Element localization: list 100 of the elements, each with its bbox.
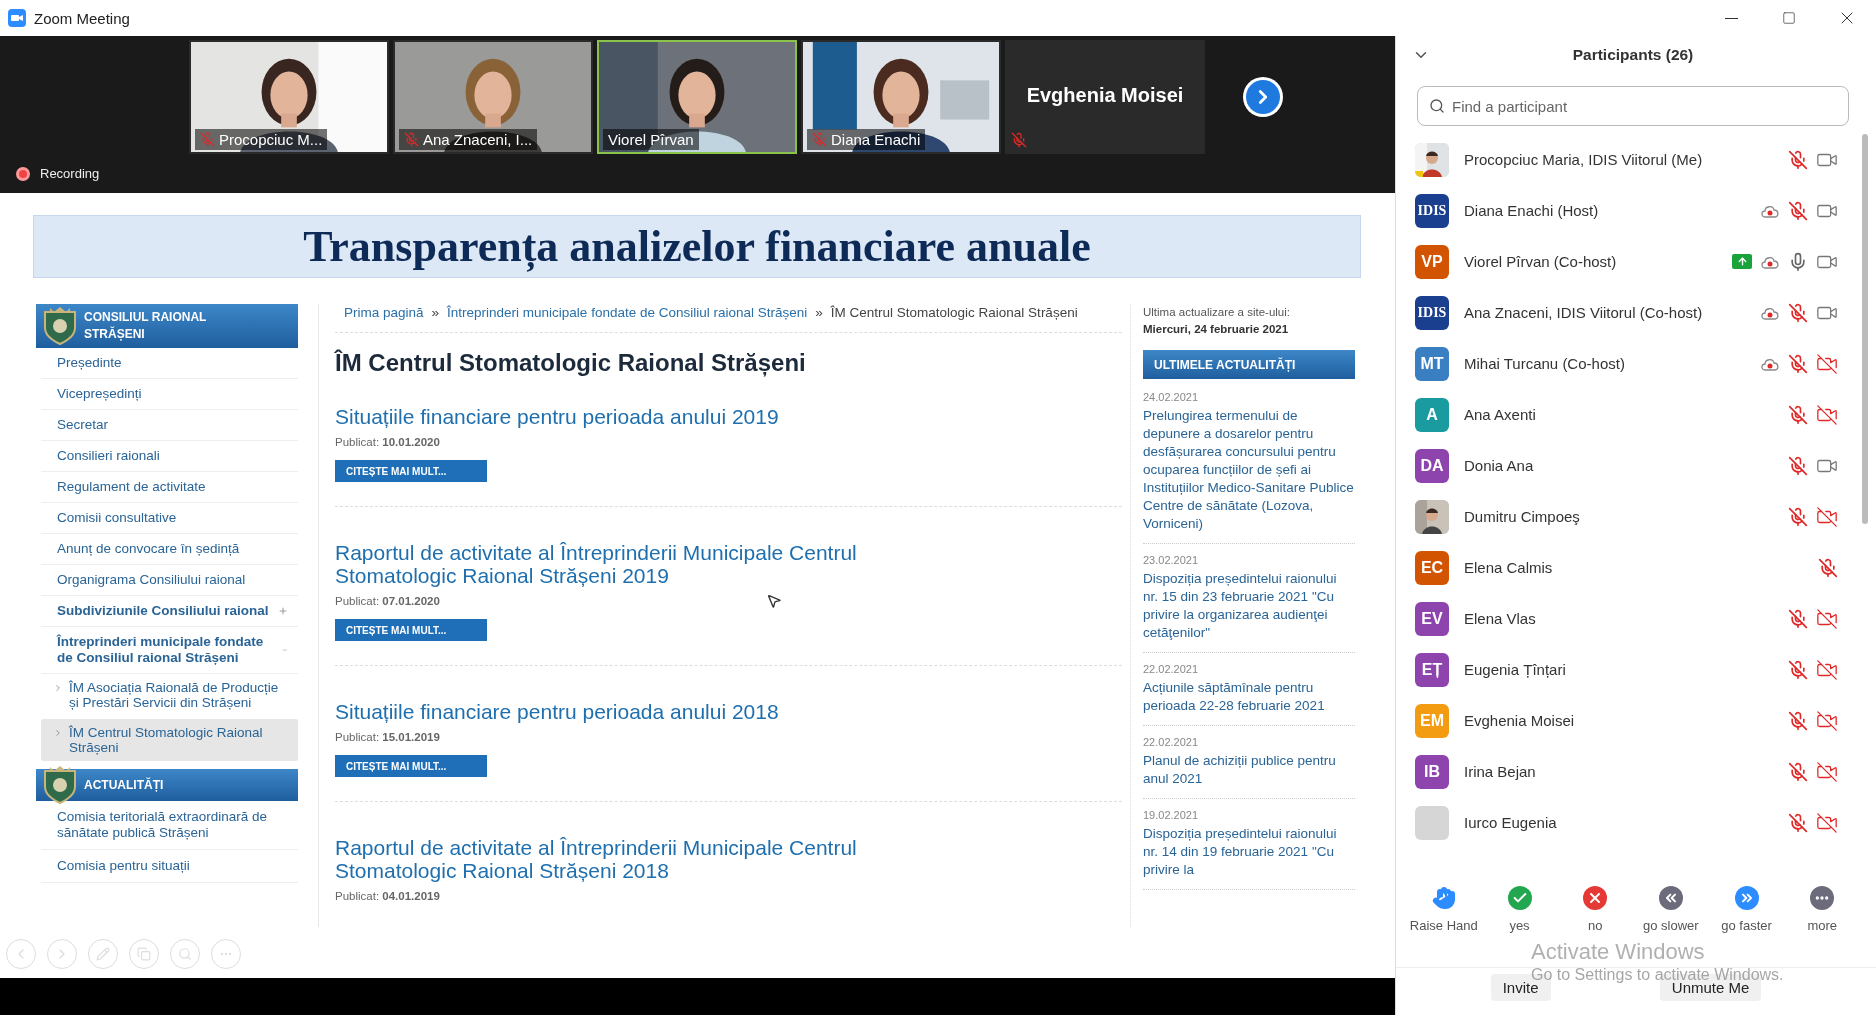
mic-icon[interactable]	[1788, 251, 1808, 272]
camera-off-icon[interactable]	[1816, 352, 1838, 375]
muted-mic-icon[interactable]	[1788, 710, 1808, 731]
raise-hand-icon	[1431, 886, 1456, 910]
avatar: DA	[1415, 448, 1449, 483]
reaction-button[interactable]: no	[1557, 886, 1633, 933]
sidebar-item[interactable]: Subdiviziunile Consiliului raional	[41, 596, 298, 627]
participant-row[interactable]: Iurco Eugenia	[1396, 797, 1876, 846]
participant-name: Eugenia Țînțari	[1464, 661, 1567, 678]
participant-row[interactable]: IB Irina Bejan	[1396, 746, 1876, 797]
sidebar-item[interactable]: Secretar	[41, 410, 298, 441]
muted-mic-icon[interactable]	[1788, 353, 1808, 374]
publish-date: Publicat: 07.01.2020	[335, 595, 440, 607]
participant-row[interactable]: VP Viorel Pîrvan (Co-host)	[1396, 236, 1876, 287]
muted-mic-icon[interactable]	[1788, 455, 1808, 476]
muted-mic-icon[interactable]	[1818, 557, 1838, 578]
avatar: EC	[1415, 550, 1449, 585]
participant-name: Iurco Eugenia	[1464, 814, 1558, 831]
muted-mic-icon[interactable]	[1788, 506, 1808, 527]
participant-row[interactable]: EM Evghenia Moisei	[1396, 695, 1876, 746]
reaction-button[interactable]: go faster	[1708, 886, 1785, 933]
news-link[interactable]: Prelungirea termenului de depunere a dosarelor pentru desfășurarea concursului pentru ocuparea funcțiilor de șefi ai Instituțiilor Medico-Sanitare Publice Centre de sănătate (Lozova, Vorniceni)	[1143, 407, 1355, 533]
search-field[interactable]: Find a participant	[1417, 86, 1849, 126]
next-page-button[interactable]	[1243, 77, 1283, 117]
sidebar-item[interactable]: Președinte	[41, 348, 298, 379]
news-link[interactable]: Dispoziția președintelui raionului nr. 15 din 23 februarie 2021 "Cu privire la organizarea audienţei cetăţenilor"	[1143, 570, 1355, 642]
participant-row[interactable]: IDIS Diana Enachi (Host)	[1396, 185, 1876, 236]
section-title: ACTUALITĂȚI	[84, 776, 165, 794]
camera-off-icon[interactable]	[1816, 505, 1838, 528]
more-icon	[1810, 886, 1835, 910]
news-link[interactable]: Dispoziția președintelui raionului nr. 14 din 19 februarie 2021 "Cu privire la	[1143, 825, 1355, 879]
camera-off-icon[interactable]	[1816, 403, 1838, 426]
article-title[interactable]: Situațiile financiare pentru perioada anului 2018	[335, 700, 975, 723]
video-tile[interactable]: Procopciuc M...	[189, 40, 389, 154]
participant-name: Evghenia Moisei	[1025, 84, 1185, 107]
cursor-icon	[766, 593, 782, 609]
camera-off-icon[interactable]	[1816, 811, 1838, 834]
sidebar-item[interactable]: Întreprinderi municipale fondate de Consiliul raional Strășeni	[41, 627, 298, 674]
participant-row[interactable]: EV Elena Vlas	[1396, 593, 1876, 644]
article-title[interactable]: Raportul de activitate al Întreprinderii Municipale Centrul Stomatologic Raional Strășeni 2018	[335, 836, 975, 882]
video-tile[interactable]: Ana Znaceni, I...	[393, 40, 593, 154]
participant-name: Ana Axenti	[1464, 406, 1537, 423]
breadcrumb-link[interactable]: Prima pagină	[344, 305, 424, 320]
sidebar-item[interactable]: Organigrama Consiliului raional	[41, 565, 298, 596]
participant-name: Diana Enachi (Host)	[1464, 202, 1600, 219]
check-icon	[1507, 886, 1532, 910]
muted-mic-icon[interactable]	[1788, 812, 1808, 833]
news-link[interactable]: Acțiunile săptămînale pentru perioada 22-28 februarie 2021	[1143, 679, 1355, 715]
reaction-button[interactable]: go slower	[1633, 886, 1709, 933]
participant-row[interactable]: A Ana Axenti	[1396, 389, 1876, 440]
camera-off-icon[interactable]	[1816, 709, 1838, 732]
article-title[interactable]: Raportul de activitate al Întreprinderii Municipale Centrul Stomatologic Raional Strășeni 2019	[335, 541, 975, 587]
participant-row[interactable]: EȚ Eugenia Țînțari	[1396, 644, 1876, 695]
article-title[interactable]: Situațiile financiare pentru perioada anului 2019	[335, 405, 975, 428]
sidebar-subitem[interactable]: ÎM Asociația Raională de Producție și Prestări Servicii din Strășeni	[41, 674, 298, 716]
news-link[interactable]: Planul de achiziții publice pentru anul 2021	[1143, 752, 1355, 788]
sidebar-item[interactable]: Consilieri raionali	[41, 441, 298, 472]
reaction-button[interactable]: yes	[1481, 886, 1558, 933]
sidebar-item[interactable]: Comisia teritorială extraordinară de sănătate publică Strășeni	[41, 801, 298, 850]
muted-mic-icon[interactable]	[1788, 659, 1808, 680]
participant-row[interactable]: IDIS Ana Znaceni, IDIS Viitorul (Co-host)	[1396, 287, 1876, 338]
read-more-button[interactable]: CITEȘTE MAI MULT...	[335, 755, 487, 777]
camera-off-icon[interactable]	[1816, 607, 1838, 630]
participant-name: Evghenia Moisei	[1464, 712, 1576, 729]
sidebar-subitem[interactable]: ÎM Centrul Stomatologic Raional Strășeni	[41, 719, 298, 761]
video-tile[interactable]: Evghenia Moisei	[1005, 40, 1205, 154]
muted-mic-icon[interactable]	[1788, 761, 1808, 782]
muted-mic-icon[interactable]	[1788, 302, 1808, 323]
muted-mic-icon[interactable]	[1788, 404, 1808, 425]
participant-name: Mihai Turcanu (Co-host)	[1464, 355, 1626, 372]
muted-mic-icon[interactable]	[1788, 149, 1808, 170]
sidebar-item[interactable]: Comisii consultative	[41, 503, 298, 534]
maximize-icon	[1782, 11, 1796, 25]
video-tile[interactable]: Viorel Pîrvan	[597, 40, 797, 154]
breadcrumb-link[interactable]: Întreprinderi municipale fondate de Consiliul raional Strășeni	[447, 305, 808, 320]
camera-off-icon[interactable]	[1816, 658, 1838, 681]
participant-name: Procopciuc Maria, IDIS Viitorul (Me)	[1464, 151, 1704, 168]
sidebar-item[interactable]: Regulament de activitate	[41, 472, 298, 503]
read-more-button[interactable]: CITEȘTE MAI MULT...	[335, 460, 487, 482]
participant-row[interactable]: Procopciuc Maria, IDIS Viitorul (Me)	[1396, 134, 1876, 185]
muted-mic-icon[interactable]	[1788, 608, 1808, 629]
participant-row[interactable]: DA Donia Ana	[1396, 440, 1876, 491]
crest-icon	[42, 765, 78, 805]
muted-mic-icon[interactable]	[1788, 200, 1808, 221]
sidebar-item[interactable]: Anunț de convocare în ședință	[41, 534, 298, 565]
participant-row[interactable]: Dumitru Cimpoeş	[1396, 491, 1876, 542]
video-tile[interactable]: Diana Enachi	[801, 40, 1001, 154]
sidebar-item[interactable]: Vicepreședinți	[41, 379, 298, 410]
news-date: 23.02.2021	[1143, 554, 1200, 566]
search-icon	[1429, 98, 1445, 114]
participant-row[interactable]: MT Mihai Turcanu (Co-host)	[1396, 338, 1876, 389]
reaction-button[interactable]: Raise Hand	[1406, 886, 1482, 933]
sidebar-item[interactable]: Comisia pentru situații	[41, 850, 298, 883]
reaction-button[interactable]: more	[1784, 886, 1861, 933]
participant-name: Diana Enachi	[807, 129, 926, 150]
publish-date: Publicat: 10.01.2020	[335, 436, 440, 448]
camera-off-icon[interactable]	[1816, 760, 1838, 783]
participant-row[interactable]: EC Elena Calmis	[1396, 542, 1876, 593]
recording-label: Recording	[40, 166, 100, 181]
read-more-button[interactable]: CITEȘTE MAI MULT...	[335, 619, 487, 641]
